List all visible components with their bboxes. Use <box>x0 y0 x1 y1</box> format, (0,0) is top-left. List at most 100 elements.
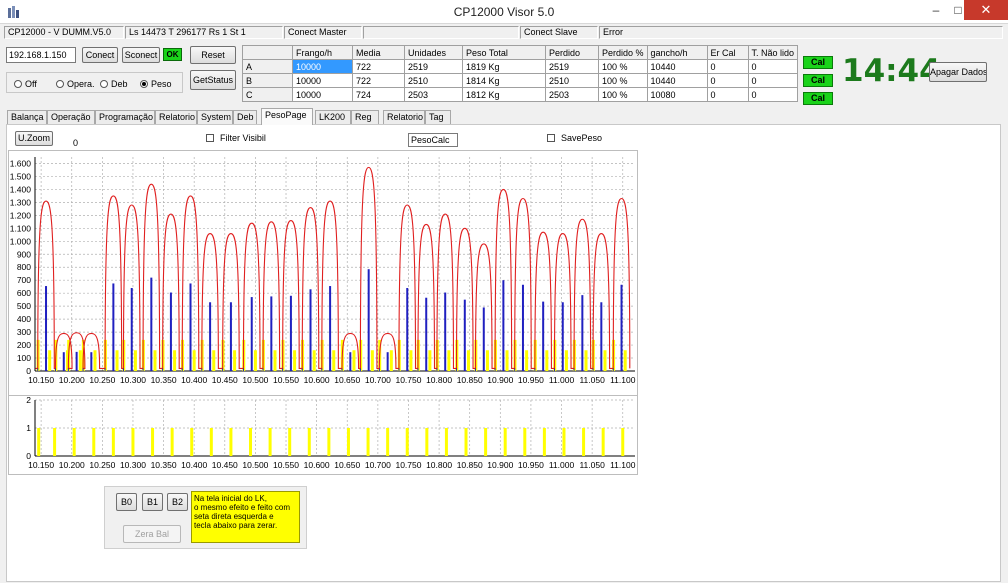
table-cell[interactable]: 10000 <box>292 73 353 88</box>
tab-deb[interactable]: Deb <box>233 110 257 124</box>
marker-bar <box>621 428 625 456</box>
y-tick-label: 1.200 <box>10 210 32 220</box>
weight-chart[interactable]: 01002003004005006007008009001.0001.1001.… <box>9 151 637 395</box>
table-cell[interactable]: 722 <box>352 59 405 74</box>
tab-system[interactable]: System <box>197 110 233 124</box>
cal-indicator-a: Cal <box>803 56 833 69</box>
sample-marker <box>545 350 549 371</box>
table-cell[interactable]: 2519 <box>545 59 599 74</box>
table-header[interactable]: Unidades <box>404 45 463 60</box>
ip-input[interactable]: 192.168.1.150 <box>6 47 76 63</box>
table-cell[interactable]: 10000 <box>292 59 353 74</box>
table-cell[interactable]: 2510 <box>545 73 599 88</box>
row-header[interactable]: A <box>242 59 293 74</box>
x-tick-label: 10.750 <box>395 375 421 385</box>
tab-tag[interactable]: Tag <box>425 110 451 124</box>
table-cell[interactable]: 0 <box>706 73 749 88</box>
table-cell[interactable]: 10440 <box>646 73 708 88</box>
table-cell[interactable]: 2510 <box>404 73 463 88</box>
peak-bar <box>620 284 623 371</box>
table-cell[interactable]: 0 <box>747 59 799 74</box>
marker-bar <box>484 428 488 456</box>
mode-peso-radio[interactable]: Peso <box>140 78 172 90</box>
mode-opera-radio[interactable]: Opera. <box>56 78 95 90</box>
table-row[interactable]: C 10000 724 2503 1812 Kg 2503 100 % 1008… <box>242 87 799 102</box>
table-cell[interactable]: 10080 <box>646 87 708 102</box>
reset-button[interactable]: Reset <box>190 46 236 64</box>
table-cell[interactable]: 2503 <box>545 87 599 102</box>
sample-marker <box>352 350 356 371</box>
x-tick-label: 10.700 <box>365 375 391 385</box>
close-button[interactable]: ✕ <box>964 0 1008 20</box>
marker-bar <box>464 428 468 456</box>
marker-bar <box>307 428 311 456</box>
table-cell[interactable]: 722 <box>352 73 405 88</box>
filter-visibil-label: Filter Visibil <box>220 133 266 143</box>
table-header[interactable]: T. Não lido <box>747 45 799 60</box>
peak-bar <box>270 296 273 371</box>
row-header[interactable]: C <box>242 87 293 102</box>
y-tick-label: 600 <box>17 288 31 298</box>
table-header[interactable]: Frango/h <box>292 45 353 60</box>
connect-button[interactable]: Conect <box>82 47 118 63</box>
zera-bal-button[interactable]: Zera Bal <box>123 525 181 543</box>
table-header[interactable]: Media <box>352 45 405 60</box>
table-cell[interactable]: 0 <box>706 59 749 74</box>
table-header[interactable]: Perdido <box>545 45 599 60</box>
mode-deb-radio[interactable]: Deb <box>100 78 128 90</box>
table-cell[interactable]: 1812 Kg <box>462 87 546 102</box>
b2-button[interactable]: B2 <box>167 493 188 511</box>
table-header[interactable]: gancho/h <box>646 45 708 60</box>
table-cell[interactable]: 724 <box>352 87 405 102</box>
table-cell[interactable]: 1819 Kg <box>462 59 546 74</box>
row-header[interactable]: B <box>242 73 293 88</box>
table-cell[interactable]: 10440 <box>646 59 708 74</box>
x-tick-label: 10.400 <box>181 460 207 470</box>
table-cell[interactable]: 2519 <box>404 59 463 74</box>
tab-reg[interactable]: Reg <box>351 110 379 124</box>
table-header[interactable]: Er Cal <box>706 45 749 60</box>
tab-lk200[interactable]: LK200 <box>315 110 351 124</box>
table-cell[interactable]: 100 % <box>598 59 648 74</box>
clear-data-button[interactable]: Apagar Dados <box>929 62 987 82</box>
tab-relatorio[interactable]: Relatorio <box>155 110 197 124</box>
filter-visibil-checkbox[interactable]: Filter Visibil <box>206 132 266 144</box>
table-header[interactable]: Peso Total <box>462 45 546 60</box>
peak-bar <box>75 351 78 371</box>
marker-bar <box>229 428 233 456</box>
mode-off-radio[interactable]: Off <box>14 78 37 90</box>
tab-programacao[interactable]: Programação <box>95 110 155 124</box>
savepeso-checkbox[interactable]: SavePeso <box>547 132 602 144</box>
uzoom-button[interactable]: U.Zoom <box>15 131 53 146</box>
pesocalc-field[interactable]: PesoCalc <box>408 133 458 147</box>
b1-button[interactable]: B1 <box>142 493 163 511</box>
table-row[interactable]: B 10000 722 2510 1814 Kg 2510 100 % 1044… <box>242 73 799 88</box>
peak-bar <box>309 289 312 371</box>
b0-button[interactable]: B0 <box>116 493 137 511</box>
disconnect-button[interactable]: Sconect <box>122 47 160 63</box>
table-cell[interactable]: 2503 <box>404 87 463 102</box>
tab-operacao[interactable]: Operação <box>47 110 95 124</box>
filter-checkbox-box <box>206 134 214 142</box>
x-tick-label: 11.050 <box>579 375 605 385</box>
peak-bar <box>581 295 584 371</box>
table-cell[interactable]: 0 <box>747 87 799 102</box>
error-status: Error <box>599 26 1003 39</box>
mode-peso-label: Peso <box>151 79 172 89</box>
tab-pesopage[interactable]: PesoPage <box>261 108 313 125</box>
table-cell[interactable]: 100 % <box>598 73 648 88</box>
y-tick-label: 300 <box>17 327 31 337</box>
table-row[interactable]: A 10000 722 2519 1819 Kg 2519 100 % 1044… <box>242 59 799 74</box>
table-cell[interactable]: 0 <box>747 73 799 88</box>
table-cell[interactable]: 1814 Kg <box>462 73 546 88</box>
table-cell[interactable]: 100 % <box>598 87 648 102</box>
table-cell[interactable]: 10000 <box>292 87 353 102</box>
marker-bar <box>170 428 174 456</box>
getstatus-button[interactable]: GetStatus <box>190 70 236 90</box>
marker-chart[interactable]: 01210.150 10.200 10.250 10.300 10.350 10.400 1… <box>9 395 637 474</box>
table-cell[interactable]: 0 <box>706 87 749 102</box>
tab-balanca[interactable]: Balança <box>7 110 47 124</box>
y-tick-label: 1.100 <box>10 223 32 233</box>
table-header[interactable]: Perdido % <box>598 45 648 60</box>
tab-relatorio-2[interactable]: Relatorio <box>383 110 425 124</box>
